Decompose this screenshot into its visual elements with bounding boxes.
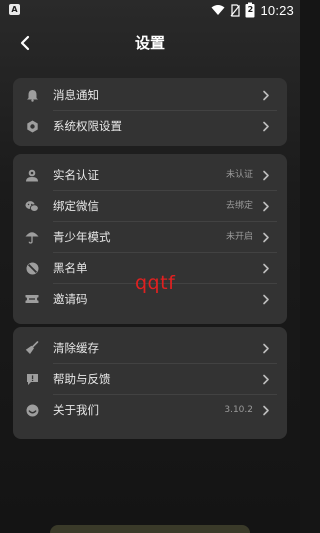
settings-screen: A 2 10:23 设置 消息通知 系统权限设置 实名认证 未认证 绑定微信 去… (0, 0, 300, 533)
settings-item-label: 绑定微信 (53, 199, 99, 213)
gear-icon (25, 119, 39, 133)
settings-item-label: 关于我们 (53, 403, 99, 417)
no-sim-icon (230, 3, 241, 17)
settings-item-label: 邀请码 (53, 292, 88, 306)
id-badge-icon (25, 168, 39, 182)
settings-item-label: 帮助与反馈 (53, 372, 111, 386)
settings-item-label: 消息通知 (53, 88, 99, 102)
chevron-right-icon (263, 232, 269, 243)
settings-card-app: 清除缓存 帮助与反馈 关于我们 3.10.2 (13, 327, 287, 439)
ticket-icon (25, 292, 39, 306)
settings-item-clear-cache[interactable]: 清除缓存 (13, 333, 287, 364)
settings-card-general: 消息通知 系统权限设置 (13, 78, 287, 146)
status-time: 10:23 (260, 2, 294, 18)
bell-icon (25, 88, 39, 102)
umbrella-icon (25, 230, 39, 244)
broom-icon (25, 341, 39, 355)
settings-item-label: 黑名单 (53, 261, 88, 275)
status-icons: 2 10:23 (211, 2, 294, 18)
chevron-right-icon (263, 201, 269, 212)
chevron-right-icon (263, 374, 269, 385)
wechat-icon (25, 199, 39, 213)
chevron-right-icon (263, 90, 269, 101)
settings-item-about-us[interactable]: 关于我们 3.10.2 (13, 395, 287, 426)
settings-item-help-feedback[interactable]: 帮助与反馈 (13, 364, 287, 395)
block-icon (25, 261, 39, 275)
chevron-right-icon (263, 121, 269, 132)
settings-item-label: 系统权限设置 (53, 119, 122, 133)
smile-icon (25, 403, 39, 417)
app-version: 3.10.2 (224, 405, 253, 415)
settings-card-account: 实名认证 未认证 绑定微信 去绑定 青少年模式 未开启 黑名单 邀请码 (13, 154, 287, 324)
battery-icon: 2 (245, 2, 255, 18)
settings-item-label: 实名认证 (53, 168, 99, 182)
settings-item-label: 青少年模式 (53, 230, 111, 244)
settings-item-system-permissions[interactable]: 系统权限设置 (13, 111, 287, 142)
chat-exclamation-icon (25, 372, 39, 386)
battery-level: 2 (247, 5, 254, 14)
chevron-right-icon (263, 405, 269, 416)
settings-item-value: 未开启 (225, 232, 253, 242)
watermark-text: qqtf (135, 272, 176, 294)
settings-item-notifications[interactable]: 消息通知 (13, 80, 287, 111)
wifi-icon (211, 5, 225, 15)
settings-item-real-name[interactable]: 实名认证 未认证 (13, 160, 287, 191)
settings-item-value: 去绑定 (225, 201, 253, 211)
app-notification-icon: A (9, 4, 20, 15)
status-bar: A 2 10:23 (0, 0, 300, 20)
chevron-right-icon (263, 263, 269, 274)
page-title: 设置 (134, 34, 165, 52)
bottom-bar-edge (50, 525, 250, 533)
chevron-right-icon (263, 343, 269, 354)
settings-item-bind-wechat[interactable]: 绑定微信 去绑定 (13, 191, 287, 222)
chevron-right-icon (263, 170, 269, 181)
settings-item-youth-mode[interactable]: 青少年模式 未开启 (13, 222, 287, 253)
settings-item-label: 清除缓存 (53, 341, 99, 355)
chevron-right-icon (263, 294, 269, 305)
header: 设置 (0, 28, 300, 58)
settings-item-value: 未认证 (225, 170, 253, 180)
